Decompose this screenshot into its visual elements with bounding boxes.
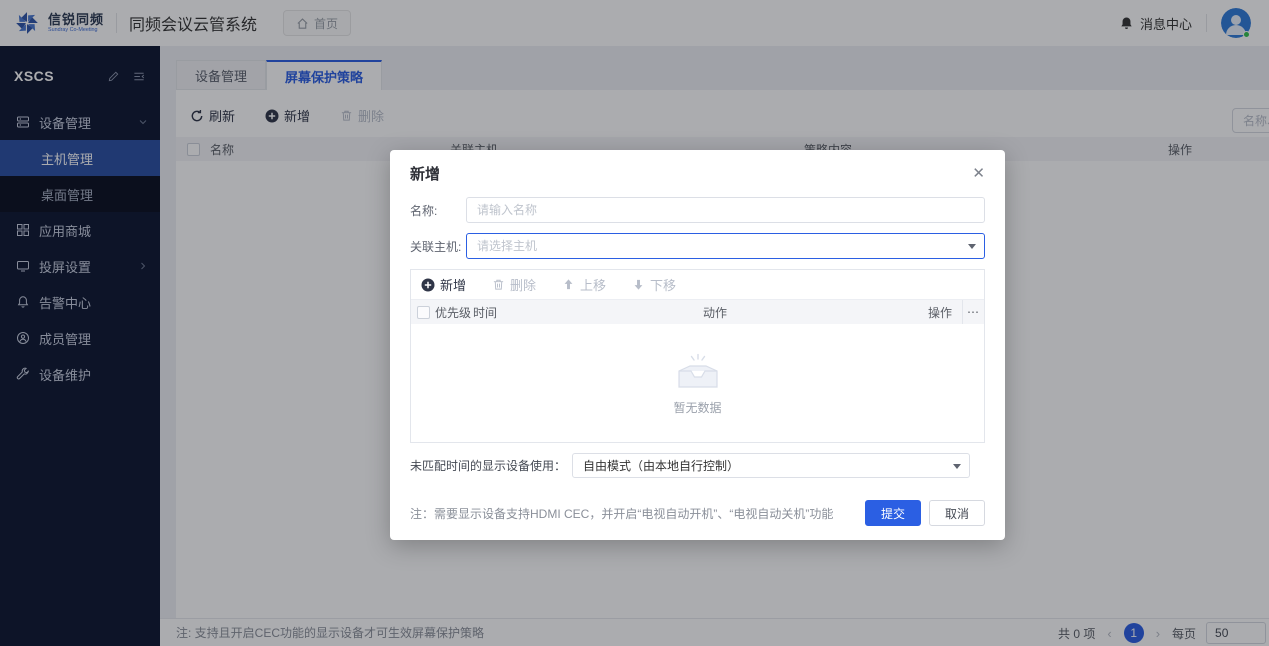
empty-state-text: 暂无数据 [673, 399, 721, 416]
cancel-button[interactable]: 取消 [929, 500, 985, 526]
host-field-label: 关联主机: [410, 238, 466, 255]
column-header-time: 时间 [473, 304, 703, 321]
column-settings-button[interactable]: ⋯ [962, 300, 984, 324]
fallback-mode-label: 未匹配时间的显示设备使用： [410, 457, 566, 474]
schedule-select-all-checkbox[interactable] [417, 306, 430, 319]
trash-icon [492, 278, 505, 291]
schedule-delete-button[interactable]: 删除 [492, 275, 536, 294]
schedule-table-header: 优先级 时间 动作 操作 ⋯ [411, 300, 984, 324]
schedule-add-button[interactable]: 新增 [421, 275, 466, 294]
schedule-table: 新增 删除 上移 下移 [410, 269, 985, 443]
column-header-operation: 操作 [928, 304, 962, 321]
name-input[interactable] [466, 197, 985, 223]
fallback-mode-value: 自由模式（由本地自行控制） [583, 457, 739, 474]
move-up-label: 上移 [580, 275, 606, 294]
schedule-toolbar: 新增 删除 上移 下移 [411, 270, 984, 300]
add-policy-dialog: 新增 ✕ 名称: 关联主机: 新增 [390, 150, 1005, 540]
dialog-title: 新增 [410, 163, 972, 184]
host-select[interactable] [466, 233, 985, 259]
caret-down-icon [953, 464, 961, 469]
submit-button[interactable]: 提交 [865, 500, 921, 526]
schedule-delete-label: 删除 [510, 275, 536, 294]
caret-down-icon [968, 244, 976, 249]
schedule-add-label: 新增 [440, 275, 466, 294]
move-down-button[interactable]: 下移 [632, 275, 676, 294]
move-up-button[interactable]: 上移 [562, 275, 606, 294]
close-icon[interactable]: ✕ [972, 166, 985, 181]
empty-box-icon [669, 351, 727, 393]
column-header-priority: 优先级 [435, 304, 473, 321]
move-down-label: 下移 [650, 275, 676, 294]
empty-state: 暂无数据 [411, 324, 984, 442]
name-field-label: 名称: [410, 202, 466, 219]
arrow-down-icon [632, 278, 645, 291]
plus-circle-icon [421, 278, 435, 292]
arrow-up-icon [562, 278, 575, 291]
fallback-mode-select[interactable]: 自由模式（由本地自行控制） [572, 453, 970, 478]
dialog-note: 注：需要显示设备支持HDMI CEC，并开启“电视自动开机”、“电视自动关机”功… [410, 505, 865, 522]
column-header-action: 动作 [703, 304, 928, 321]
